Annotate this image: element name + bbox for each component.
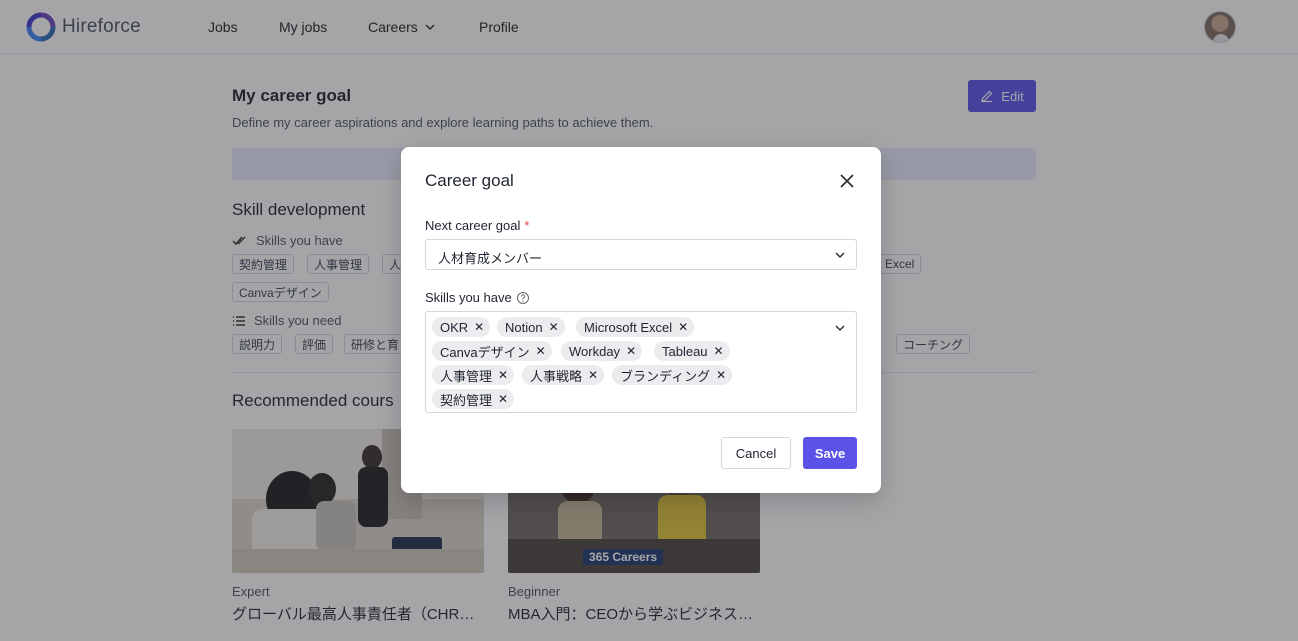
remove-tag-icon[interactable]: ✕: [678, 321, 688, 333]
skill-tag-label: Microsoft Excel: [584, 319, 673, 335]
skill-tag-label: 人事管理: [440, 368, 493, 384]
chevron-down-icon[interactable]: [834, 322, 846, 334]
skill-tag: Notion ✕: [497, 317, 565, 337]
next-goal-value: 人材育成メンバー: [438, 251, 543, 266]
modal-title: Career goal: [425, 171, 514, 190]
next-goal-label-text: Next career goal: [425, 218, 521, 233]
remove-tag-icon[interactable]: ✕: [588, 369, 598, 381]
remove-tag-icon[interactable]: ✕: [549, 321, 559, 333]
skill-tag-label: Canvaデザイン: [440, 344, 530, 360]
skill-tag: 契約管理 ✕: [432, 389, 515, 409]
remove-tag-icon[interactable]: ✕: [498, 369, 508, 381]
chevron-down-icon: [835, 252, 845, 259]
skill-tag-label: ブランディング: [620, 368, 711, 384]
skills-have-field-label: Skills you have: [425, 290, 530, 305]
skill-tag: ブランディング ✕: [612, 365, 733, 385]
remove-tag-icon[interactable]: ✕: [474, 321, 484, 333]
next-goal-label: Next career goal *: [425, 218, 529, 233]
skill-tag: 人事管理 ✕: [432, 365, 515, 385]
skill-tag-label: 人事戦略: [530, 368, 583, 384]
help-circle-icon[interactable]: [516, 291, 530, 305]
next-goal-select[interactable]: 人材育成メンバー: [425, 239, 857, 270]
career-goal-modal: Career goal Next career goal * 人材育成メンバー …: [401, 147, 881, 493]
skill-tag: Microsoft Excel ✕: [576, 317, 695, 337]
required-mark: *: [524, 218, 530, 233]
skills-have-field-label-text: Skills you have: [425, 290, 512, 305]
skill-tag-label: OKR: [440, 319, 469, 335]
remove-tag-icon[interactable]: ✕: [498, 393, 508, 405]
remove-tag-icon[interactable]: ✕: [716, 369, 726, 381]
skill-tag: 人事戦略 ✕: [522, 365, 605, 385]
skill-tag: Tableau ✕: [654, 341, 730, 361]
skill-tag-label: Tableau: [662, 343, 708, 359]
remove-tag-icon[interactable]: ✕: [626, 345, 636, 357]
skill-tag: Workday ✕: [561, 341, 643, 361]
skills-multiselect[interactable]: OKR ✕ Notion ✕ Microsoft Excel ✕ Canvaデザイン ✕…: [425, 311, 857, 413]
cancel-button[interactable]: Cancel: [721, 437, 791, 469]
skill-tag: OKR ✕: [432, 317, 491, 337]
skill-tag: Canvaデザイン ✕: [432, 341, 552, 361]
remove-tag-icon[interactable]: ✕: [714, 345, 724, 357]
skill-tag-label: Notion: [505, 319, 543, 335]
close-icon[interactable]: [837, 171, 857, 191]
save-button[interactable]: Save: [803, 437, 857, 469]
remove-tag-icon[interactable]: ✕: [536, 345, 546, 357]
skill-tag-label: 契約管理: [440, 392, 493, 408]
skill-tag-label: Workday: [569, 343, 621, 359]
